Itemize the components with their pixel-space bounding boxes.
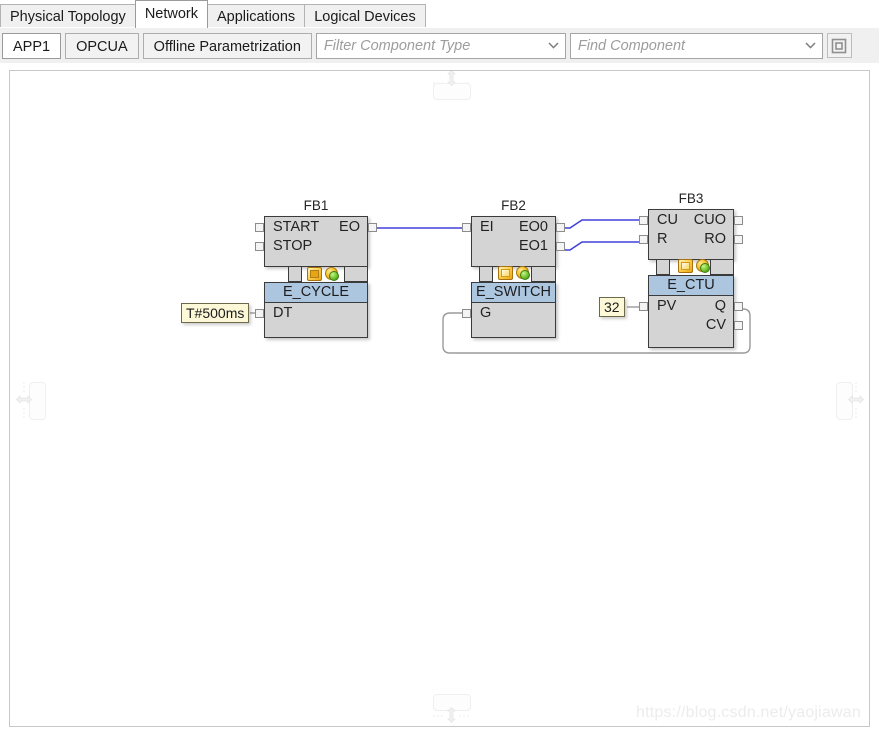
fb3-instance-name: FB3: [678, 191, 704, 206]
chevron-down-icon[interactable]: [800, 34, 822, 58]
fb2-instance-name: FB2: [501, 198, 526, 213]
sphere-icon: [696, 259, 710, 273]
fb1-input-start: START: [273, 219, 320, 235]
fb3-pin-ro[interactable]: [734, 235, 743, 244]
dotted-guide: [433, 715, 469, 717]
fb3-output-ro: RO: [704, 231, 726, 247]
watermark-text: https://blog.csdn.net/yaojiawan: [635, 704, 861, 721]
tab-logical-devices[interactable]: Logical Devices: [304, 4, 426, 28]
chevron-down-icon[interactable]: [543, 34, 565, 58]
find-component-placeholder: Find Component: [577, 37, 686, 54]
fb3-input-r: R: [657, 231, 668, 247]
sphere-icon: [325, 267, 339, 281]
chip-icon: [498, 266, 513, 280]
dotted-guide: [855, 382, 857, 418]
fb2-input-g: G: [480, 305, 492, 321]
fb1-pin-stop[interactable]: [255, 242, 264, 251]
fb3-pin-cuo[interactable]: [734, 216, 743, 225]
fb1-pin-eo[interactable]: [368, 223, 377, 232]
literal-dt-value[interactable]: T#500ms: [181, 303, 250, 323]
fb1-icons: [307, 267, 339, 281]
fb1-instance-name: FB1: [303, 198, 329, 213]
dotted-guide: [433, 82, 469, 84]
fb1-input-stop: STOP: [273, 238, 313, 254]
dotted-guide: [23, 382, 25, 418]
sub-tab-offline-parametrization[interactable]: Offline Parametrization: [142, 32, 312, 59]
fb2-output-eo0: EO0: [518, 219, 548, 235]
sub-toolbar: APP1 OPCUA Offline Parametrization Filte…: [0, 28, 879, 63]
sub-tab-opcua[interactable]: OPCUA: [65, 32, 139, 59]
tab-applications[interactable]: Applications: [207, 4, 306, 28]
network-canvas[interactable]: FB1 START STOP EO E_CYCLE DT FB2 EI EO0 …: [9, 70, 870, 727]
sphere-icon: [516, 266, 530, 280]
fb3-pin-cv[interactable]: [734, 321, 743, 330]
overview-square-icon[interactable]: [826, 33, 852, 58]
find-component-combo[interactable]: Find Component: [569, 32, 823, 59]
tab-network[interactable]: Network: [134, 0, 208, 28]
fb2-input-ei: EI: [480, 219, 494, 235]
fb1-pin-start[interactable]: [255, 223, 264, 232]
fb2-output-eo1: EO1: [518, 238, 548, 254]
fb3-pin-cu[interactable]: [639, 216, 648, 225]
tab-physical-topology[interactable]: Physical Topology: [0, 4, 136, 28]
fb1-input-dt: DT: [273, 305, 293, 321]
fb3-pin-q[interactable]: [734, 302, 743, 311]
fb2-pin-eo1[interactable]: [556, 242, 565, 251]
sub-tab-app1[interactable]: APP1: [2, 32, 62, 59]
fb3-output-cuo: CUO: [693, 212, 726, 228]
fb1-pin-dt[interactable]: [255, 309, 264, 318]
fb2-icons: [498, 266, 530, 280]
chip-icon: [307, 267, 322, 281]
fb3-output-q: Q: [714, 298, 726, 314]
connection-wires: [250, 219, 751, 354]
fb2-pin-ei[interactable]: [462, 223, 471, 232]
fb3-input-pv: PV: [657, 298, 677, 314]
main-tab-bar: Physical Topology Network Applications L…: [0, 0, 879, 28]
filter-component-type-placeholder: Filter Component Type: [323, 37, 471, 54]
filter-component-type-combo[interactable]: Filter Component Type: [315, 32, 566, 59]
fb2-pin-eo0[interactable]: [556, 223, 565, 232]
fb3-pin-r[interactable]: [639, 235, 648, 244]
fb3-icons: [678, 259, 710, 273]
fb1-output-eo: EO: [339, 219, 360, 235]
fb1-type-name: E_CYCLE: [265, 283, 367, 303]
fb2-pin-g[interactable]: [462, 309, 471, 318]
literal-pv-value[interactable]: 32: [599, 297, 625, 317]
chip-icon: [678, 259, 693, 273]
fb3-pin-pv[interactable]: [639, 302, 648, 311]
fb2-type-name: E_SWITCH: [472, 283, 555, 303]
fb3-type-name: E_CTU: [649, 276, 733, 296]
fb3-output-cv: CV: [705, 317, 726, 333]
